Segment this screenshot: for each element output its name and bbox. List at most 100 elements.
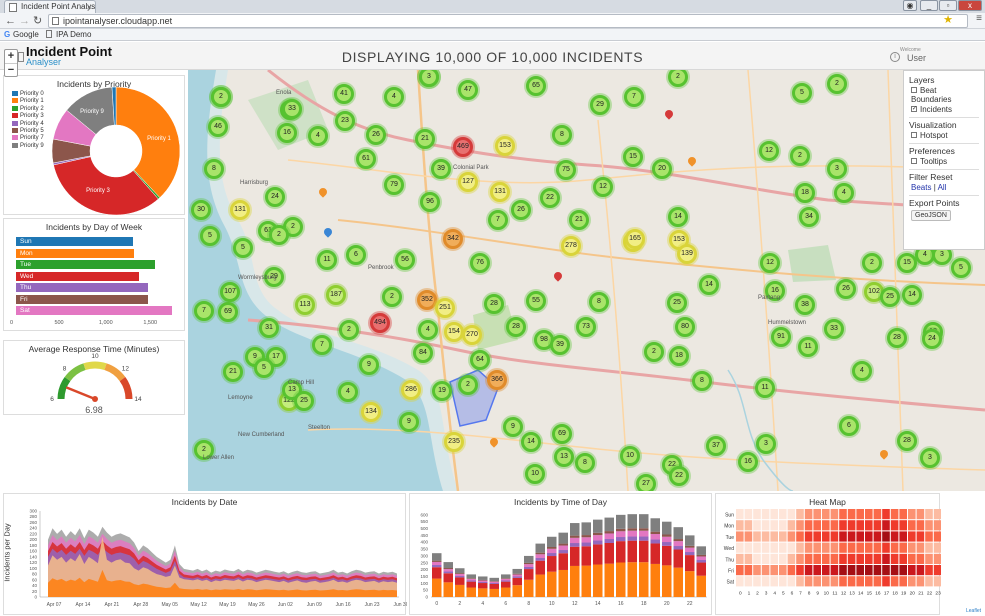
all-reset-link[interactable]: All bbox=[938, 183, 947, 192]
incident-cluster-marker[interactable]: 25 bbox=[880, 287, 900, 307]
incident-cluster-marker[interactable]: 26 bbox=[511, 200, 531, 220]
incident-cluster-marker[interactable]: 8 bbox=[575, 453, 595, 473]
incident-cluster-marker[interactable]: 12 bbox=[593, 177, 613, 197]
back-icon[interactable]: ← bbox=[5, 14, 16, 28]
incident-cluster-marker[interactable]: 65 bbox=[526, 76, 546, 96]
incident-cluster-marker[interactable]: 5 bbox=[951, 258, 971, 278]
incident-cluster-marker[interactable]: 55 bbox=[526, 291, 546, 311]
incident-cluster-marker[interactable]: 3 bbox=[920, 448, 940, 468]
incident-cluster-marker[interactable]: 7 bbox=[194, 301, 214, 321]
incident-cluster-marker[interactable]: 4 bbox=[418, 320, 438, 340]
url-input[interactable]: ipointanalyser.cloudapp.net ★ bbox=[48, 14, 968, 28]
incident-cluster-marker[interactable]: 2 bbox=[211, 87, 231, 107]
beats-reset-link[interactable]: Beats bbox=[911, 183, 931, 192]
incident-cluster-marker[interactable]: 251 bbox=[435, 298, 455, 318]
incident-cluster-marker[interactable]: 4 bbox=[308, 126, 328, 146]
incident-cluster-marker[interactable]: 2 bbox=[339, 320, 359, 340]
incident-cluster-marker[interactable]: 14 bbox=[668, 207, 688, 227]
incident-cluster-marker[interactable]: 75 bbox=[556, 160, 576, 180]
leaflet-attribution[interactable]: Leaflet bbox=[966, 608, 981, 614]
incident-cluster-marker[interactable]: 26 bbox=[366, 125, 386, 145]
incident-cluster-marker[interactable]: 8 bbox=[552, 125, 572, 145]
heatmap-chart[interactable]: SunMonTueWedThuFriSat0 1 2 3 4 5 6 7 8 9 10 11 12 13 1… bbox=[716, 494, 941, 616]
incident-cluster-marker[interactable]: 4 bbox=[384, 87, 404, 107]
incident-cluster-marker[interactable]: 18 bbox=[795, 183, 815, 203]
star-icon[interactable]: ★ bbox=[943, 14, 953, 26]
incident-cluster-marker[interactable]: 11 bbox=[755, 378, 775, 398]
incident-cluster-marker[interactable]: 28 bbox=[484, 294, 504, 314]
geojson-export-button[interactable]: GeoJSON bbox=[911, 209, 951, 221]
incident-cluster-marker[interactable]: 27 bbox=[636, 474, 656, 491]
incident-cluster-marker[interactable]: 91 bbox=[771, 327, 791, 347]
incident-cluster-marker[interactable]: 41 bbox=[334, 84, 354, 104]
incident-cluster-marker[interactable]: 19 bbox=[432, 381, 452, 401]
incident-cluster-marker[interactable]: 2 bbox=[827, 74, 847, 94]
incident-cluster-marker[interactable]: 25 bbox=[294, 391, 314, 411]
incident-cluster-marker[interactable]: 28 bbox=[897, 431, 917, 451]
incident-cluster-marker[interactable]: 21 bbox=[415, 129, 435, 149]
incident-cluster-marker[interactable]: 21 bbox=[223, 362, 243, 382]
close-icon[interactable]: × bbox=[87, 1, 92, 13]
incident-cluster-marker[interactable]: 23 bbox=[335, 111, 355, 131]
incident-cluster-marker[interactable]: 7 bbox=[624, 87, 644, 107]
incident-cluster-marker[interactable]: 107 bbox=[220, 282, 240, 302]
zoom-out-button[interactable]: − bbox=[5, 63, 17, 76]
incident-cluster-marker[interactable]: 278 bbox=[561, 236, 581, 256]
incident-cluster-marker[interactable]: 15 bbox=[623, 147, 643, 167]
incident-cluster-marker[interactable]: 3 bbox=[827, 159, 847, 179]
incident-cluster-marker[interactable]: 25 bbox=[667, 293, 687, 313]
incident-cluster-marker[interactable]: 153 bbox=[495, 136, 515, 156]
bookmark-google[interactable]: Google bbox=[13, 29, 39, 40]
incident-cluster-marker[interactable]: 2 bbox=[269, 225, 289, 245]
incident-cluster-marker[interactable]: 131 bbox=[490, 182, 510, 202]
incident-cluster-marker[interactable]: 10 bbox=[525, 464, 545, 484]
incident-cluster-marker[interactable]: 31 bbox=[259, 318, 279, 338]
incident-cluster-marker[interactable]: 28 bbox=[506, 317, 526, 337]
incident-cluster-marker[interactable]: 235 bbox=[444, 432, 464, 452]
incident-cluster-marker[interactable]: 9 bbox=[359, 355, 379, 375]
incident-cluster-marker[interactable]: 9 bbox=[503, 417, 523, 437]
incident-cluster-marker[interactable]: 30 bbox=[191, 200, 211, 220]
incident-cluster-marker[interactable]: 4 bbox=[338, 382, 358, 402]
incident-cluster-marker[interactable]: 342 bbox=[443, 229, 463, 249]
restore-icon[interactable]: ▫ bbox=[939, 0, 957, 11]
incident-cluster-marker[interactable]: 7 bbox=[312, 335, 332, 355]
incident-cluster-marker[interactable]: 21 bbox=[569, 210, 589, 230]
incident-cluster-marker[interactable]: 14 bbox=[902, 285, 922, 305]
incident-cluster-marker[interactable]: 34 bbox=[799, 207, 819, 227]
beat-boundaries-toggle[interactable]: Beat Boundaries bbox=[909, 86, 979, 105]
incident-cluster-marker[interactable]: 12 bbox=[760, 253, 780, 273]
menu-icon[interactable]: ≡ bbox=[976, 13, 982, 24]
incident-cluster-marker[interactable]: 2 bbox=[862, 253, 882, 273]
incident-cluster-marker[interactable]: 10 bbox=[620, 446, 640, 466]
incident-cluster-marker[interactable]: 12 bbox=[759, 141, 779, 161]
incidents-toggle[interactable]: ✓ Incidents bbox=[909, 105, 979, 115]
incident-cluster-marker[interactable]: 154 bbox=[444, 322, 464, 342]
bookmark-ipa-demo[interactable]: IPA Demo bbox=[56, 29, 91, 40]
checkbox-icon[interactable] bbox=[911, 132, 917, 139]
incident-cluster-marker[interactable]: 5 bbox=[200, 226, 220, 246]
incident-cluster-marker[interactable]: 2 bbox=[644, 342, 664, 362]
incident-cluster-marker[interactable]: 2 bbox=[790, 146, 810, 166]
incident-cluster-marker[interactable]: 8 bbox=[204, 159, 224, 179]
dow-bar[interactable]: Sun bbox=[16, 237, 134, 246]
dow-bar[interactable]: Sat bbox=[16, 306, 173, 315]
incident-cluster-marker[interactable]: 22 bbox=[669, 466, 689, 486]
incident-cluster-marker[interactable]: 366 bbox=[487, 370, 507, 390]
incident-cluster-marker[interactable]: 69 bbox=[552, 424, 572, 444]
incident-cluster-marker[interactable]: 16 bbox=[277, 123, 297, 143]
incident-cluster-marker[interactable]: 14 bbox=[699, 275, 719, 295]
incident-cluster-marker[interactable]: 39 bbox=[550, 335, 570, 355]
minimize-icon[interactable]: _ bbox=[920, 0, 938, 11]
incident-cluster-marker[interactable]: 5 bbox=[254, 358, 274, 378]
window-close-icon[interactable]: x bbox=[958, 0, 982, 11]
checkbox-icon[interactable] bbox=[911, 158, 917, 165]
incident-cluster-marker[interactable]: 29 bbox=[590, 95, 610, 115]
incident-cluster-marker[interactable]: 13 bbox=[554, 447, 574, 467]
incident-cluster-marker[interactable]: 76 bbox=[470, 253, 490, 273]
hotspot-toggle[interactable]: Hotspot bbox=[909, 131, 979, 141]
user-icon[interactable]: ◉ bbox=[903, 0, 917, 11]
incident-cluster-marker[interactable]: 8 bbox=[692, 371, 712, 391]
incident-cluster-marker[interactable]: 187 bbox=[326, 285, 346, 305]
incident-cluster-marker[interactable]: 69 bbox=[218, 302, 238, 322]
